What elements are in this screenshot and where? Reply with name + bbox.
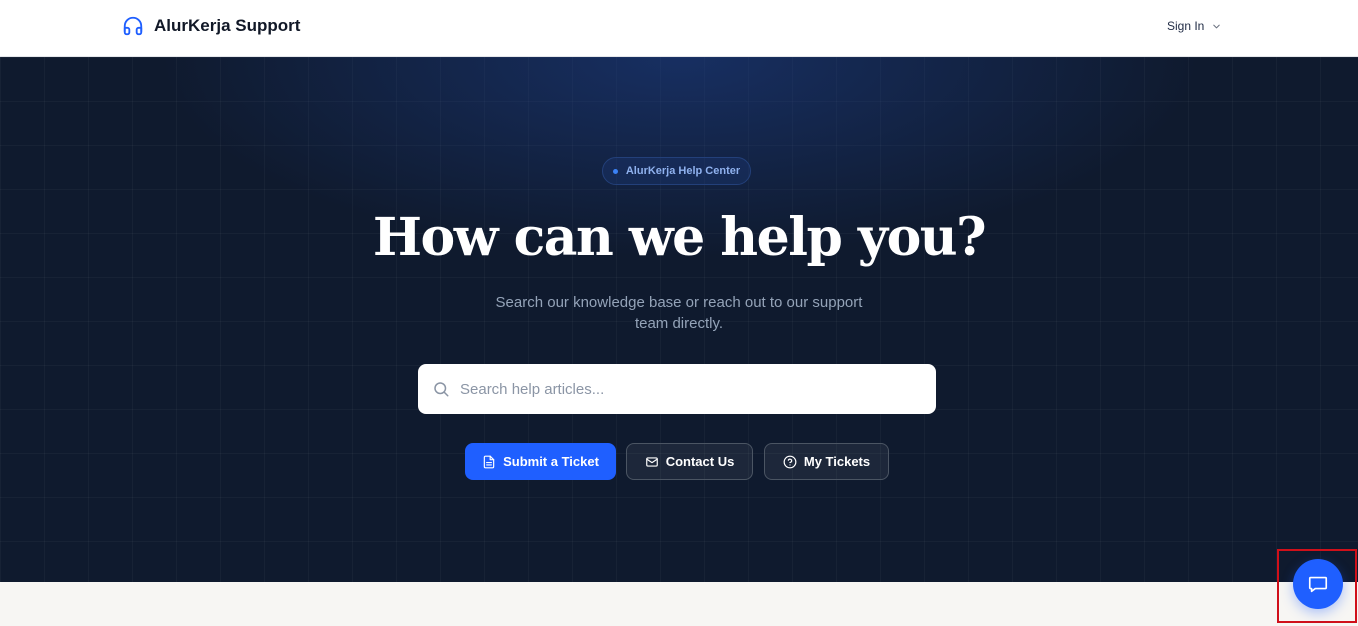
headphones-icon [123,16,143,36]
help-circle-icon [783,455,797,468]
brand-name: AlurKerja Support [154,16,301,35]
submit-ticket-label: Submit a Ticket [503,454,599,469]
my-tickets-label: My Tickets [803,454,871,469]
top-navbar: AlurKerja Support Sign In [0,0,1358,57]
contact-us-button[interactable]: Contact Us [626,443,753,480]
help-center-badge: AlurKerja Help Center [602,157,751,185]
badge-label: AlurKerja Help Center [625,165,741,177]
document-icon [483,455,495,468]
mail-icon [645,456,658,467]
contact-us-label: Contact Us [665,454,735,469]
badge-dot [612,168,618,174]
search-icon [434,382,449,397]
sign-in-label: Sign In [1167,19,1205,33]
my-tickets-button[interactable]: My Tickets [764,443,889,480]
chat-launcher-button[interactable] [1293,559,1343,609]
submit-ticket-button[interactable]: Submit a Ticket [465,443,616,480]
search-input[interactable] [460,380,936,398]
hero-section: AlurKerja Help Center How can we help yo… [0,57,1358,582]
sign-in-menu[interactable]: Sign In [1167,19,1222,33]
chevron-down-icon [1213,24,1221,28]
brand-logo[interactable]: AlurKerja Support [122,15,300,37]
chat-bubble-icon [1308,576,1328,593]
search-box[interactable] [418,364,936,414]
hero-subtitle: Search our knowledge base or reach out t… [495,294,863,332]
page-title: How can we help you? [372,207,987,268]
